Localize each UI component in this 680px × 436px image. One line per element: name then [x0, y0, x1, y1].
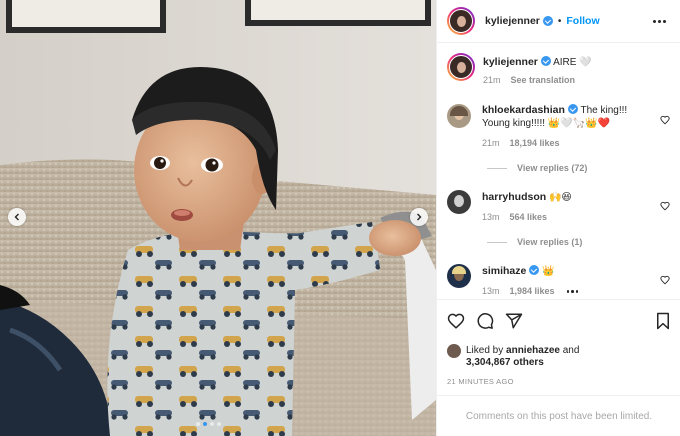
carousel-dot	[210, 422, 214, 426]
see-translation-button[interactable]: See translation	[511, 74, 576, 87]
verified-badge-icon	[529, 265, 540, 275]
liked-by-label: Liked by	[466, 345, 507, 356]
likes-count[interactable]: 3,304,867 others	[466, 357, 544, 368]
comment-row: harryhudson 🙌😆 13m 564 likes	[447, 190, 670, 224]
carousel-dot	[217, 422, 221, 426]
verified-badge-icon	[540, 56, 551, 66]
comments-section: kyliejenner AIRE 🤍 21m See translation k…	[437, 43, 680, 298]
commenter-avatar[interactable]	[447, 264, 471, 288]
baby-photo-image	[0, 0, 436, 436]
share-icon[interactable]	[505, 312, 523, 330]
author-username[interactable]: kyliejenner	[485, 15, 540, 27]
caption-row: kyliejenner AIRE 🤍 21m See translation	[447, 53, 670, 87]
carousel-dot	[196, 422, 200, 426]
comment-options-button[interactable]	[566, 290, 579, 293]
comment-row: simihaze 👑 13m 1,984 likes	[447, 264, 670, 298]
post-timestamp[interactable]: 21 MINUTES AGO	[447, 377, 671, 386]
comment-row: khloekardashian The king!!! Young king!!…	[447, 104, 670, 150]
chevron-left-icon	[14, 213, 19, 221]
save-icon[interactable]	[655, 312, 671, 330]
caption-username[interactable]: kyliejenner	[483, 56, 538, 68]
view-replies-label: View replies (1)	[517, 237, 583, 247]
verified-badge-icon	[542, 16, 553, 26]
more-options-button[interactable]	[649, 16, 670, 27]
liker-username[interactable]: anniehazee	[506, 345, 560, 356]
comment-text: 🙌😆	[548, 192, 572, 203]
comments-limited-notice: Comments on this post have been limited.	[437, 395, 680, 436]
comment-time[interactable]: 13m	[482, 211, 500, 224]
carousel-prev-button[interactable]	[8, 208, 26, 226]
comment-time[interactable]: 13m	[482, 285, 500, 298]
comment-icon[interactable]	[476, 312, 494, 330]
caption-time[interactable]: 21m	[483, 74, 501, 87]
comment-likes[interactable]: 1,984 likes	[510, 285, 555, 298]
comment-likes[interactable]: 564 likes	[510, 211, 548, 224]
comment-likes[interactable]: 18,194 likes	[510, 137, 560, 150]
liker-avatar[interactable]	[447, 344, 461, 358]
separator-dot: •	[557, 15, 562, 27]
like-heart-icon[interactable]	[447, 312, 465, 330]
follow-button[interactable]: Follow	[566, 15, 599, 27]
post-side-panel: kyliejenner • Follow kyliejenner AIRE 🤍 …	[436, 0, 680, 436]
post-actions: Liked by anniehazee and 3,304,867 others…	[437, 299, 680, 386]
instagram-post: kyliejenner • Follow kyliejenner AIRE 🤍 …	[0, 0, 680, 436]
commenter-username[interactable]: harryhudson	[482, 191, 546, 203]
caption-text: AIRE 🤍	[553, 57, 592, 68]
carousel-next-button[interactable]	[410, 208, 428, 226]
caption-avatar[interactable]	[447, 53, 475, 81]
view-replies-label: View replies (72)	[517, 163, 588, 173]
comment-time[interactable]: 21m	[482, 137, 500, 150]
view-replies-button[interactable]: View replies (1)	[487, 237, 670, 247]
author-avatar[interactable]	[447, 7, 475, 35]
heart-icon[interactable]	[660, 275, 670, 285]
post-header: kyliejenner • Follow	[437, 0, 680, 43]
verified-badge-icon	[567, 104, 578, 114]
carousel-indicator	[196, 422, 221, 426]
liked-by-and: and	[559, 345, 580, 356]
comment-text: 👑	[542, 266, 555, 277]
commenter-username[interactable]: simihaze	[482, 265, 526, 277]
likes-summary: Liked by anniehazee and 3,304,867 others	[447, 344, 671, 369]
chevron-right-icon	[417, 213, 422, 221]
heart-icon[interactable]	[660, 115, 670, 125]
heart-icon[interactable]	[660, 201, 670, 211]
commenter-username[interactable]: khloekardashian	[482, 104, 565, 116]
carousel-dot	[203, 422, 207, 426]
view-replies-button[interactable]: View replies (72)	[487, 163, 670, 173]
commenter-avatar[interactable]	[447, 190, 471, 214]
commenter-avatar[interactable]	[447, 104, 471, 128]
post-photo[interactable]	[0, 0, 436, 436]
more-icon	[653, 19, 656, 23]
